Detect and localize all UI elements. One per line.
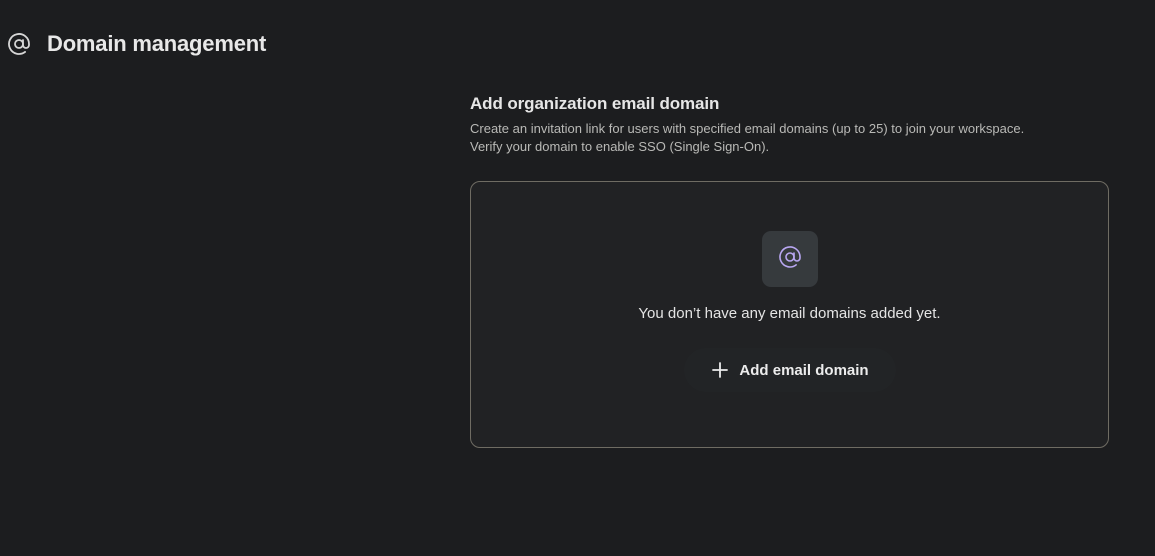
- section-description: Create an invitation link for users with…: [470, 120, 1110, 156]
- add-email-domain-label: Add email domain: [739, 361, 869, 379]
- at-sign-icon: [6, 31, 32, 57]
- section-title: Add organization email domain: [470, 94, 720, 113]
- domain-management-page: Domain management Add organization email…: [0, 0, 1155, 556]
- description-line-2: Verify your domain to enable SSO (Single…: [470, 139, 770, 154]
- empty-state-icon-container: [762, 231, 818, 287]
- empty-domains-card: You don’t have any email domains added y…: [470, 181, 1109, 448]
- page-title: Domain management: [47, 31, 267, 56]
- at-sign-icon: [778, 245, 802, 274]
- email-domain-section: Add organization email domain Create an …: [470, 92, 1110, 156]
- add-email-domain-button[interactable]: Add email domain: [684, 348, 896, 392]
- empty-state-message: You don’t have any email domains added y…: [638, 305, 941, 322]
- page-header: Domain management: [6, 28, 266, 60]
- plus-icon: [711, 361, 729, 379]
- description-line-1: Create an invitation link for users with…: [470, 121, 1025, 136]
